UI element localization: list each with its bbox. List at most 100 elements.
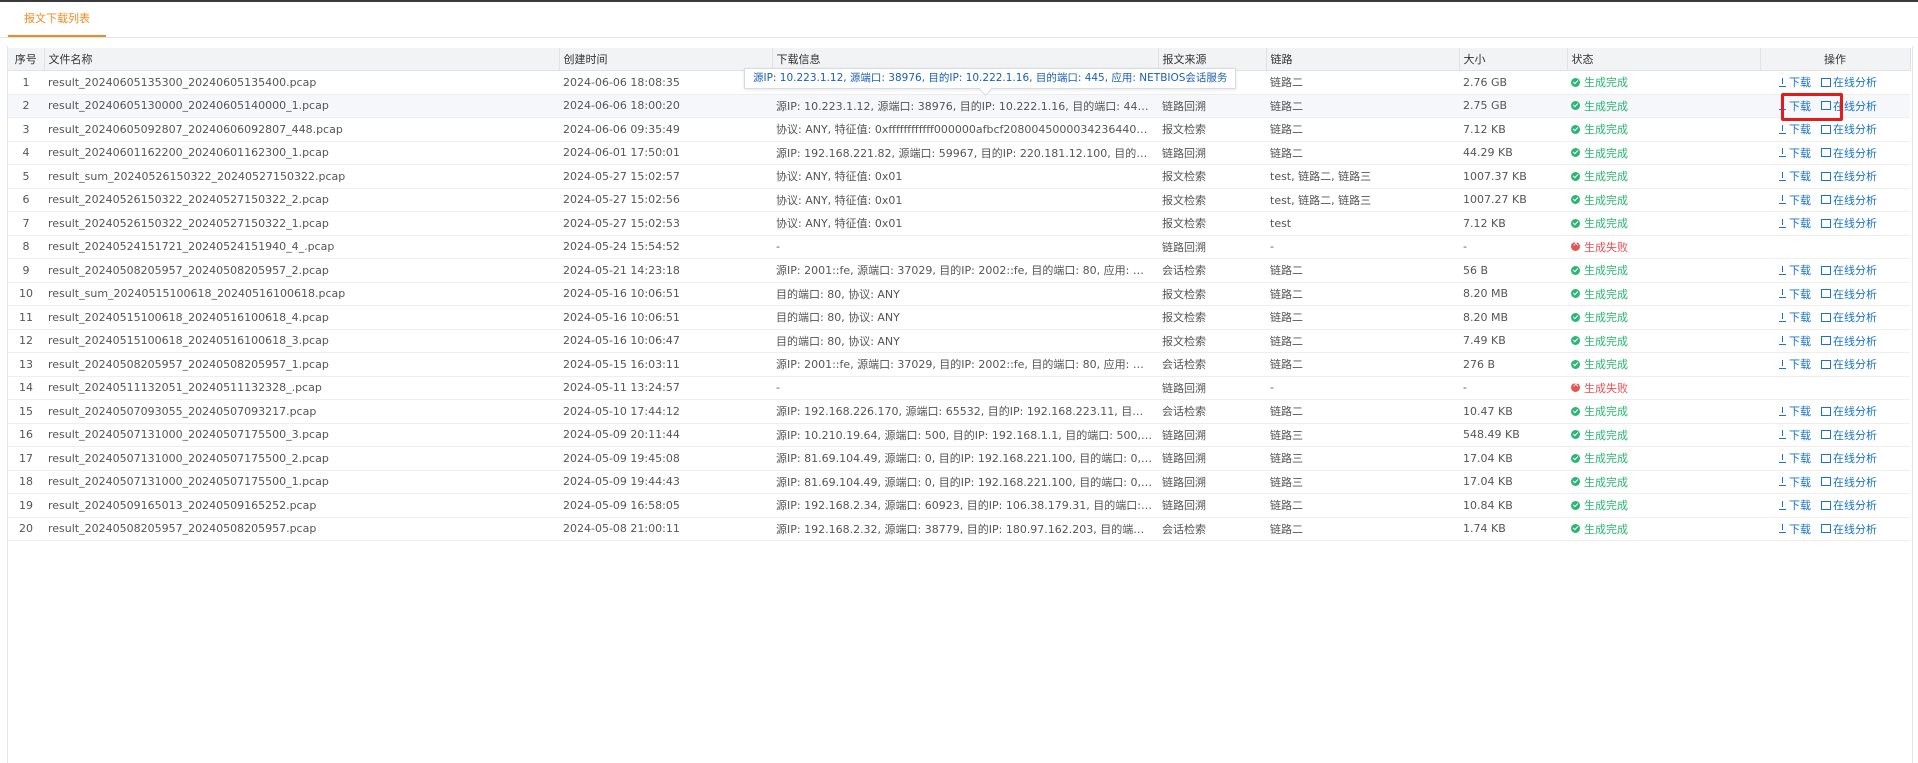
cell-size: 276 B [1459,352,1567,377]
table-row[interactable]: 4 result_20240601162200_20240601162300_1.… [8,141,1910,165]
cell-source: 报文检索 [1158,188,1266,212]
status-text: 生成完成 [1584,358,1628,372]
cell-link: 链路二 [1266,305,1459,330]
table-row[interactable]: 19 result_20240509165013_20240509165252.p… [8,493,1910,518]
table-row[interactable]: 15 result_20240507093055_20240507093217.p… [8,399,1910,424]
cell-filename: result_sum_20240515100618_20240516100618… [44,282,559,306]
status-text: 生成完成 [1584,170,1628,184]
table-row[interactable]: 10 result_sum_20240515100618_202405161006… [8,282,1910,306]
analysis-icon [1821,453,1831,463]
online-analysis-button[interactable]: 在线分析 [1821,192,1877,208]
download-button[interactable]: 下载 [1778,450,1811,466]
status-badge: 生成完成 [1571,121,1628,137]
col-header-index: 序号 [8,48,45,71]
cell-size: 1007.27 KB [1459,188,1567,212]
online-analysis-button[interactable]: 在线分析 [1821,427,1877,443]
table-row[interactable]: 3 result_20240605092807_20240606092807_44… [8,117,1910,142]
analysis-icon [1821,101,1831,111]
download-button[interactable]: 下载 [1778,333,1811,349]
online-analysis-button[interactable]: 在线分析 [1821,168,1877,184]
table-row[interactable]: 5 result_sum_20240526150322_2024052715032… [8,164,1910,189]
tab-packet-download-list[interactable]: 报文下载列表 [8,2,106,37]
download-button[interactable]: 下载 [1778,427,1811,443]
download-icon [1778,312,1787,322]
cell-created: 2024-05-15 16:03:11 [559,352,772,377]
online-analysis-button[interactable]: 在线分析 [1821,356,1877,372]
table-row[interactable]: 18 result_20240507131000_20240507175500_1… [8,470,1910,494]
online-analysis-button[interactable]: 在线分析 [1821,262,1877,278]
check-circle-icon [1571,289,1580,299]
col-header-status: 状态 [1567,48,1761,71]
table-row[interactable]: 6 result_20240526150322_20240527150322_2.… [8,188,1910,212]
cell-size: 548.49 KB [1459,423,1567,447]
cell-index: 14 [8,376,44,400]
cell-link: 链路二 [1266,329,1459,353]
cell-index: 12 [8,329,44,353]
cell-size: 8.20 MB [1459,282,1567,306]
online-analysis-button[interactable]: 在线分析 [1821,333,1877,349]
cell-filename: result_20240605130000_20240605140000_1.p… [44,94,559,118]
check-circle-icon [1571,500,1580,510]
table-row[interactable]: 7 result_20240526150322_20240527150322_1.… [8,211,1910,236]
cell-info: 协议: ANY, 特征值: 0x01 [772,211,1158,236]
cell-info: 源IP: 2001::fe, 源端口: 37029, 目的IP: 2002::f… [772,258,1158,283]
online-analysis-button[interactable]: 在线分析 [1821,474,1877,490]
cell-index: 11 [8,305,44,330]
download-button[interactable]: 下载 [1778,262,1811,278]
download-button[interactable]: 下载 [1778,145,1811,161]
download-icon [1778,218,1787,228]
cell-filename: result_20240605135300_20240605135400.pca… [44,70,559,95]
cell-created: 2024-05-21 14:23:18 [559,258,772,283]
status-text: 生成完成 [1584,499,1628,513]
online-analysis-button[interactable]: 在线分析 [1821,98,1877,114]
download-button[interactable]: 下载 [1778,309,1811,325]
download-icon [1778,430,1787,440]
cell-info: 源IP: 81.69.104.49, 源端口: 0, 目的IP: 192.168… [772,446,1158,471]
table-row[interactable]: 9 result_20240508205957_20240508205957_2.… [8,258,1910,283]
cell-source: 报文检索 [1158,164,1266,189]
col-header-size: 大小 [1459,48,1568,71]
online-analysis-button[interactable]: 在线分析 [1821,450,1877,466]
online-analysis-button[interactable]: 在线分析 [1821,121,1877,137]
online-analysis-button[interactable]: 在线分析 [1821,497,1877,513]
table-row[interactable]: 17 result_20240507131000_20240507175500_2… [8,446,1910,471]
download-button[interactable]: 下载 [1778,121,1811,137]
download-button[interactable]: 下载 [1778,192,1811,208]
cell-info: - [772,376,1158,400]
cell-link: - [1266,235,1459,259]
table-row[interactable]: 14 result_20240511132051_20240511132328_.… [8,376,1910,400]
check-circle-icon [1571,359,1580,369]
online-analysis-button[interactable]: 在线分析 [1821,215,1877,231]
online-analysis-button[interactable]: 在线分析 [1821,521,1877,537]
cell-actions [1760,235,1910,259]
table-row[interactable]: 2 result_20240605130000_20240605140000_1.… [8,94,1910,118]
download-button[interactable]: 下载 [1778,74,1811,90]
table-row[interactable]: 13 result_20240508205957_20240508205957_1… [8,352,1910,377]
table-row[interactable]: 12 result_20240515100618_20240516100618_3… [8,329,1910,353]
cell-created: 2024-05-09 20:11:44 [559,423,772,447]
status-text: 生成完成 [1584,217,1628,231]
cell-status: 生成失败 [1567,376,1760,400]
online-analysis-button[interactable]: 在线分析 [1821,286,1877,302]
download-button[interactable]: 下载 [1778,215,1811,231]
download-button[interactable]: 下载 [1778,356,1811,372]
check-circle-icon [1571,124,1580,134]
table-row[interactable]: 11 result_20240515100618_20240516100618_4… [8,305,1910,330]
table-row[interactable]: 16 result_20240507131000_20240507175500_3… [8,423,1910,447]
online-analysis-button[interactable]: 在线分析 [1821,403,1877,419]
cell-link: 链路二 [1266,258,1459,283]
table-row[interactable]: 8 result_20240524151721_20240524151940_4_… [8,235,1910,259]
cell-size: - [1459,376,1567,400]
online-analysis-button[interactable]: 在线分析 [1821,309,1877,325]
download-button[interactable]: 下载 [1778,497,1811,513]
download-button[interactable]: 下载 [1778,474,1811,490]
online-analysis-button[interactable]: 在线分析 [1821,74,1877,90]
download-button[interactable]: 下载 [1778,521,1811,537]
table-row[interactable]: 20 result_20240508205957_20240508205957.p… [8,517,1910,541]
download-button[interactable]: 下载 [1778,168,1811,184]
download-button[interactable]: 下载 [1778,403,1811,419]
download-button[interactable]: 下载 [1778,98,1811,114]
download-button[interactable]: 下载 [1778,286,1811,302]
check-circle-icon [1571,171,1580,181]
online-analysis-button[interactable]: 在线分析 [1821,145,1877,161]
